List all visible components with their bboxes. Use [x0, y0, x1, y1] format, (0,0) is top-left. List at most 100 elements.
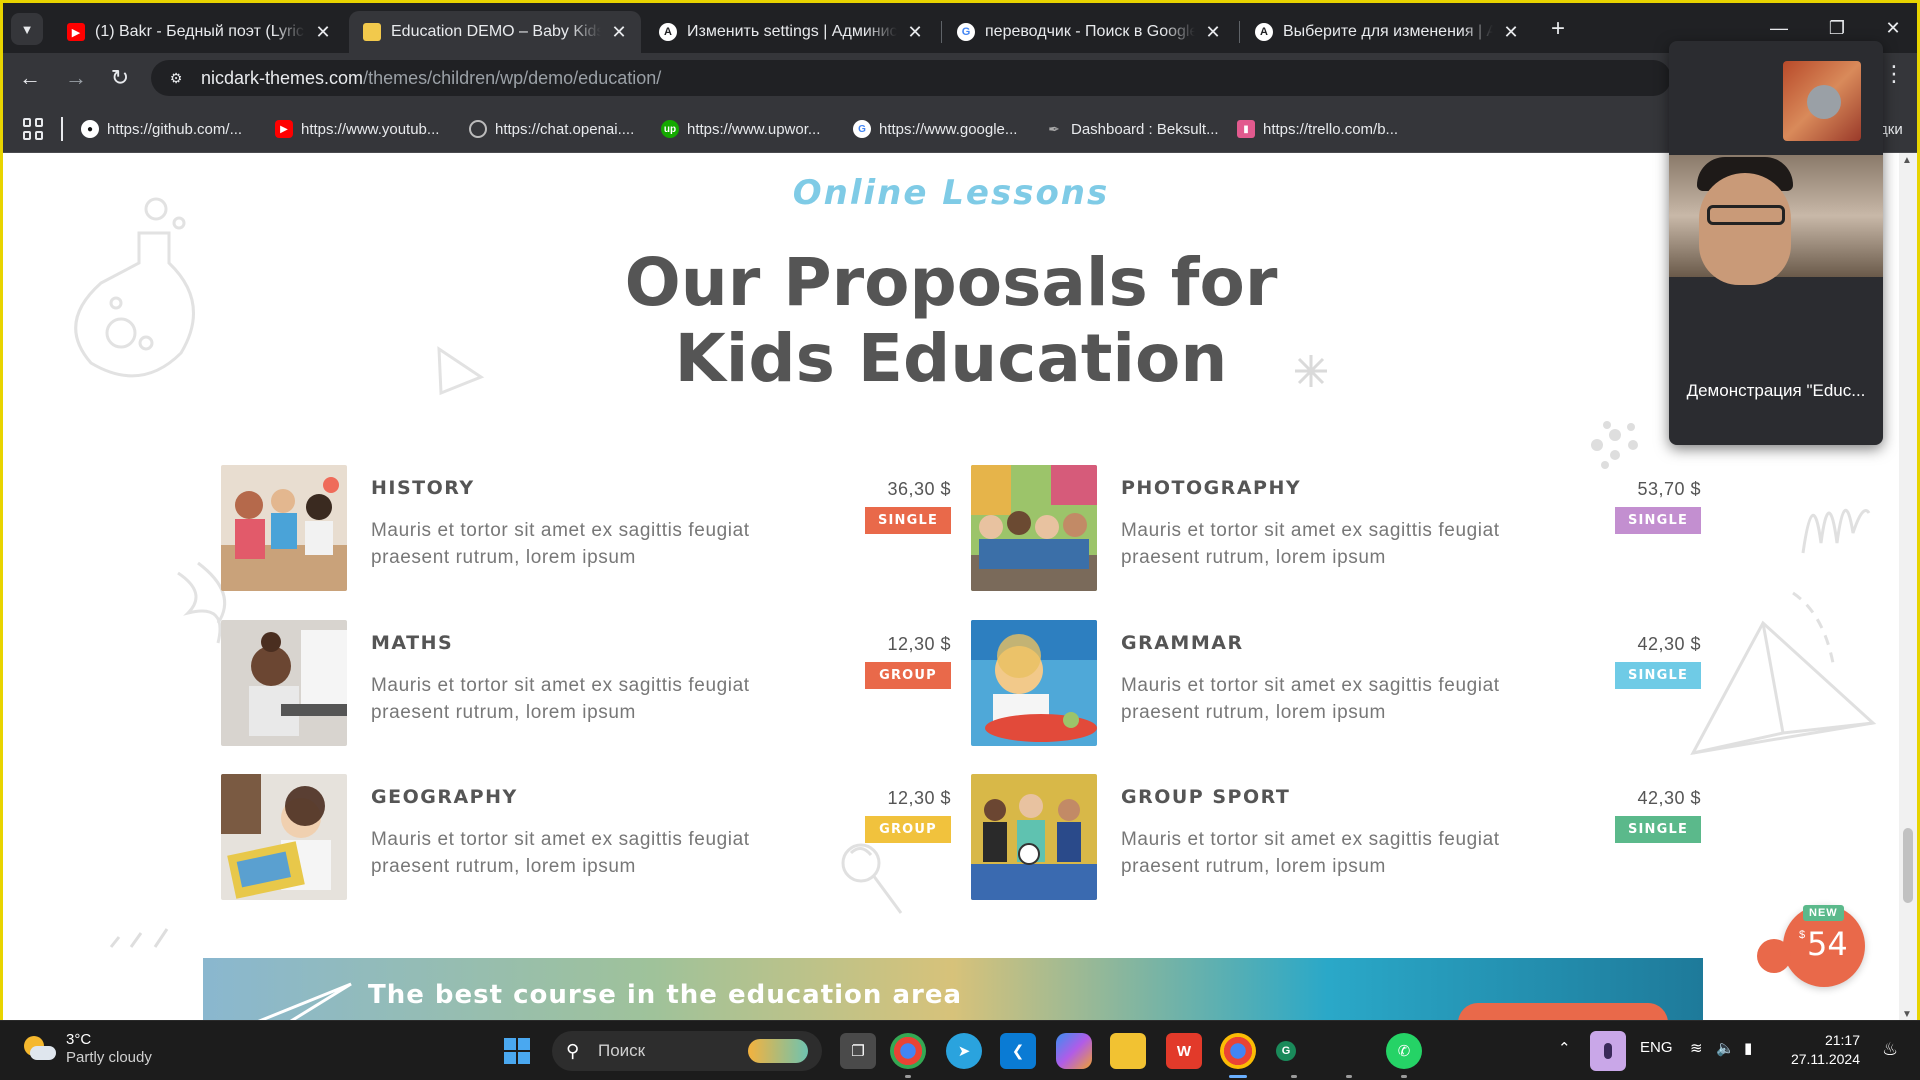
clock-time: 21:17 — [1824, 1032, 1860, 1048]
course-thumbnail[interactable] — [221, 620, 347, 746]
clock-date: 27.11.2024 — [1790, 1051, 1860, 1067]
course-photo-photography — [971, 465, 1097, 591]
course-title[interactable]: GROUP SPORT — [1121, 786, 1290, 808]
course-thumbnail[interactable] — [971, 620, 1097, 746]
course-item-photography[interactable]: PHOTOGRAPHY Mauris et tortor sit amet ex… — [971, 465, 1701, 591]
whatsapp-icon[interactable]: ✆ — [1386, 1033, 1422, 1069]
reload-icon: ↻ — [110, 65, 130, 90]
close-icon: ✕ — [1885, 18, 1901, 38]
course-title[interactable]: MATHS — [371, 632, 453, 654]
close-icon[interactable]: ✕ — [313, 22, 333, 43]
bookmark-youtube[interactable]: ▶ https://www.youtub... — [275, 117, 439, 141]
scrollbar-thumb[interactable] — [1903, 828, 1913, 903]
course-title[interactable]: PHOTOGRAPHY — [1121, 477, 1301, 499]
taskbar-search[interactable]: ⚲ Поиск — [552, 1031, 822, 1071]
course-thumbnail[interactable] — [971, 774, 1097, 900]
course-item-history[interactable]: HISTORY Mauris et tortor sit amet ex sag… — [221, 465, 951, 591]
forward-button[interactable]: → — [59, 61, 93, 95]
weather-widget[interactable]: 3°C Partly cloudy — [22, 1031, 152, 1067]
course-thumbnail[interactable] — [221, 465, 347, 591]
tab-title: Выберите для изменения | Ад — [1283, 23, 1493, 40]
course-title[interactable]: GRAMMAR — [1121, 632, 1244, 654]
feather-icon: ✒ — [1048, 120, 1060, 137]
course-title[interactable]: GEOGRAPHY — [371, 786, 518, 808]
purchase-price-bubble[interactable]: $ 54 NEW — [1757, 905, 1865, 987]
windows-start-icon[interactable] — [504, 1038, 530, 1064]
grammarly-icon[interactable]: G — [1276, 1041, 1296, 1061]
battery-icon[interactable]: ▮ — [1744, 1039, 1752, 1057]
close-window-button[interactable]: ✕ — [1873, 13, 1913, 43]
apps-grid-icon[interactable] — [23, 118, 45, 140]
course-item-geography[interactable]: GEOGRAPHY Mauris et tortor sit amet ex s… — [221, 774, 951, 900]
back-button[interactable]: ← — [13, 61, 47, 95]
close-icon[interactable]: ✕ — [609, 22, 629, 43]
course-title[interactable]: HISTORY — [371, 477, 475, 499]
tab-admin-settings[interactable]: A Изменить settings | Админист ✕ — [645, 11, 937, 53]
tray-overflow-icon[interactable]: ⌃ — [1558, 1039, 1571, 1057]
course-thumbnail[interactable] — [221, 774, 347, 900]
bookmark-trello[interactable]: ▮ https://trello.com/b... — [1237, 117, 1398, 141]
copilot-icon[interactable] — [1056, 1033, 1092, 1069]
task-view-icon[interactable]: ❐ — [840, 1033, 876, 1069]
arrow-right-icon: → — [65, 65, 87, 90]
course-thumbnail[interactable] — [971, 465, 1097, 591]
bookmark-upwork[interactable]: up https://www.upwor... — [661, 117, 820, 141]
tab-google-search[interactable]: G переводчик - Поиск в Google ✕ — [943, 11, 1235, 53]
headline-line-1: Our Proposals for — [624, 244, 1278, 321]
bookmark-dashboard[interactable]: ✒ Dashboard : Beksult... — [1045, 117, 1218, 141]
course-item-maths[interactable]: MATHS Mauris et tortor sit amet ex sagit… — [221, 620, 951, 746]
bookmark-google[interactable]: Ghttps://www.google... — [853, 117, 1017, 141]
tab-separator — [1239, 21, 1240, 43]
page-scrollbar[interactable]: ▲ ▼ — [1899, 153, 1917, 1020]
tab-title: переводчик - Поиск в Google — [985, 23, 1195, 40]
chrome-profile-icon[interactable] — [1220, 1033, 1256, 1069]
new-tab-button[interactable]: + — [1543, 15, 1573, 43]
course-item-group-sport[interactable]: GROUP SPORT Mauris et tortor sit amet ex… — [971, 774, 1701, 900]
wps-office-icon[interactable]: W — [1166, 1033, 1202, 1069]
language-indicator[interactable]: ENG — [1640, 1039, 1673, 1056]
video-call-window[interactable]: Демонстрация "Educ... — [1669, 41, 1883, 445]
minimize-icon: — — [1770, 18, 1788, 38]
banner-button[interactable] — [1458, 1003, 1668, 1020]
vscode-icon[interactable]: ❮ — [1000, 1033, 1036, 1069]
system-clock[interactable]: 21:17 27.11.2024 — [1790, 1031, 1860, 1069]
telegram-icon[interactable]: ➤ — [946, 1033, 982, 1069]
bookmark-chatgpt[interactable]: https://chat.openai.... — [469, 117, 634, 141]
close-icon[interactable]: ✕ — [1501, 22, 1521, 43]
scroll-down-icon[interactable]: ▼ — [1902, 1009, 1912, 1020]
tab-youtube[interactable]: ▶ (1) Bakr - Бедный поэт (Lyric Vi ✕ — [53, 11, 345, 53]
file-explorer-icon[interactable] — [1110, 1033, 1146, 1069]
reload-button[interactable]: ↻ — [103, 61, 137, 95]
tab-admin-select[interactable]: A Выберите для изменения | Ад ✕ — [1241, 11, 1533, 53]
bookmark-label: https://github.com/... — [107, 120, 243, 138]
bookmark-github[interactable]: ● https://github.com/... — [81, 117, 242, 141]
search-icon: ⚲ — [566, 1041, 580, 1061]
course-photo-group-sport — [971, 774, 1097, 900]
bookmark-label: https://chat.openai.... — [495, 120, 635, 138]
course-description: Mauris et tortor sit amet ex sagittis fe… — [371, 829, 750, 877]
bookmarks-bar: ● https://github.com/... ▶ https://www.you… — [3, 103, 1917, 153]
restore-button[interactable]: ❐ — [1817, 13, 1857, 43]
course-type-badge: SINGLE — [1615, 507, 1701, 534]
chrome-icon[interactable] — [890, 1033, 926, 1069]
site-info-icon[interactable]: ⚙ — [165, 67, 187, 89]
wifi-icon[interactable]: ≋ — [1690, 1039, 1703, 1057]
tab-education-demo[interactable]: Education DEMO – Baby Kids Pr ✕ — [349, 11, 641, 53]
google-icon: G — [957, 23, 975, 41]
youtube-icon: ▶ — [275, 120, 293, 138]
screen-share-caption: Демонстрация "Educ... — [1686, 381, 1866, 400]
course-type-badge: GROUP — [865, 816, 951, 843]
dashes-doodle — [109, 928, 169, 948]
minimize-button[interactable]: — — [1759, 13, 1799, 43]
close-icon[interactable]: ✕ — [1203, 22, 1223, 43]
microphone-icon[interactable] — [1590, 1031, 1626, 1071]
address-bar[interactable]: ⚙ nicdark-themes.com/themes/children/wp/… — [151, 60, 1671, 96]
course-item-grammar[interactable]: GRAMMAR Mauris et tortor sit amet ex sag… — [971, 620, 1701, 746]
tab-search-button[interactable]: ▼ — [11, 13, 43, 45]
upwork-icon: up — [661, 120, 679, 138]
close-icon[interactable]: ✕ — [905, 22, 925, 43]
browser-menu-icon[interactable]: ⋮ — [1883, 61, 1905, 87]
volume-icon[interactable]: 🔈 — [1716, 1039, 1735, 1057]
notification-bell-icon[interactable]: ♨ — [1882, 1039, 1898, 1060]
scroll-up-icon[interactable]: ▲ — [1902, 155, 1912, 166]
